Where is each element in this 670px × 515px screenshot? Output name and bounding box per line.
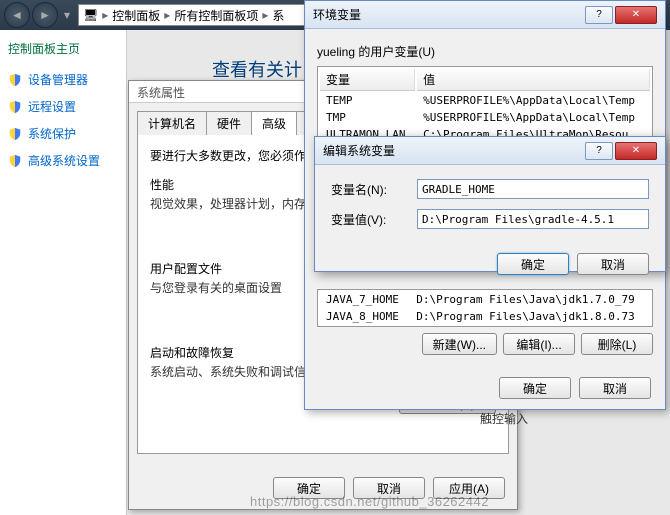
chevron-right-icon: ▸ xyxy=(262,8,268,22)
dialog-titlebar[interactable]: 环境变量 ? ✕ xyxy=(305,1,665,29)
chevron-right-icon: ▸ xyxy=(164,8,170,22)
shield-icon xyxy=(8,100,22,114)
back-button[interactable]: ◄ xyxy=(4,2,30,28)
watermark: https://blog.csdn.net/github_36262442 xyxy=(250,494,489,509)
nav-history-dropdown[interactable]: ▾ xyxy=(60,5,74,25)
breadcrumb-item[interactable]: 所有控制面板项 xyxy=(174,7,258,24)
forward-button[interactable]: ► xyxy=(32,2,58,28)
control-panel-sidebar: 控制面板主页 设备管理器 远程设置 系统保护 高级系统设置 xyxy=(0,30,127,515)
sidebar-item-label: 远程设置 xyxy=(28,98,76,115)
sidebar-item-remote[interactable]: 远程设置 xyxy=(8,98,118,115)
var-name-input[interactable] xyxy=(417,179,649,199)
delete-button[interactable]: 删除(L) xyxy=(581,333,653,355)
user-vars-table: 变量值 TEMP%USERPROFILE%\AppData\Local\Temp… xyxy=(317,66,653,145)
shield-icon xyxy=(8,73,22,87)
shield-icon xyxy=(8,127,22,141)
tab-advanced[interactable]: 高级 xyxy=(251,111,297,135)
help-button[interactable]: ? xyxy=(585,142,613,160)
col-value[interactable]: 值 xyxy=(417,69,650,91)
sidebar-item-label: 设备管理器 xyxy=(28,71,88,88)
edit-button[interactable]: 编辑(I)... xyxy=(503,333,575,355)
table-row[interactable]: JAVA_8_HOMED:\Program Files\Java\jdk1.8.… xyxy=(320,309,650,324)
control-panel-home[interactable]: 控制面板主页 xyxy=(8,40,118,57)
sidebar-item-label: 高级系统设置 xyxy=(28,152,100,169)
sidebar-item-label: 系统保护 xyxy=(28,125,76,142)
sidebar-item-device-manager[interactable]: 设备管理器 xyxy=(8,71,118,88)
table-row[interactable]: JAVA_7_HOMED:\Program Files\Java\jdk1.7.… xyxy=(320,292,650,307)
sidebar-item-advanced[interactable]: 高级系统设置 xyxy=(8,152,118,169)
dialog-title: 编辑系统变量 xyxy=(323,142,395,159)
col-name[interactable]: 变量 xyxy=(320,69,415,91)
table-row[interactable]: TMP%USERPROFILE%\AppData\Local\Temp xyxy=(320,110,650,125)
breadcrumb-icon: 🖥 xyxy=(83,8,98,22)
shield-icon xyxy=(8,154,22,168)
close-button[interactable]: ✕ xyxy=(615,142,657,160)
ok-button[interactable]: 确定 xyxy=(497,253,569,275)
breadcrumb-item[interactable]: 系 xyxy=(272,7,284,24)
cancel-button[interactable]: 取消 xyxy=(579,377,651,399)
breadcrumb-item[interactable]: 控制面板 xyxy=(112,7,160,24)
chevron-right-icon: ▸ xyxy=(102,8,108,22)
help-button[interactable]: ? xyxy=(585,6,613,24)
edit-var-dialog: 编辑系统变量 ? ✕ 变量名(N): 变量值(V): 确定 取消 xyxy=(314,136,666,272)
table-row[interactable]: TEMP%USERPROFILE%\AppData\Local\Temp xyxy=(320,93,650,108)
touch-input-label: 触控输入 xyxy=(480,410,528,427)
cancel-button[interactable]: 取消 xyxy=(577,253,649,275)
user-vars-label: yueling 的用户变量(U) xyxy=(317,43,653,60)
var-name-label: 变量名(N): xyxy=(331,181,417,198)
close-button[interactable]: ✕ xyxy=(615,6,657,24)
sys-vars-table: JAVA_7_HOMED:\Program Files\Java\jdk1.7.… xyxy=(317,289,653,327)
new-button[interactable]: 新建(W)... xyxy=(422,333,497,355)
var-value-input[interactable] xyxy=(417,209,649,229)
page-title: 查看有关计 xyxy=(212,56,302,82)
dialog-title: 环境变量 xyxy=(313,6,361,23)
var-value-label: 变量值(V): xyxy=(331,211,417,228)
ok-button[interactable]: 确定 xyxy=(499,377,571,399)
tab-computer-name[interactable]: 计算机名 xyxy=(137,111,207,135)
tab-hardware[interactable]: 硬件 xyxy=(206,111,252,135)
sidebar-item-protection[interactable]: 系统保护 xyxy=(8,125,118,142)
dialog-titlebar[interactable]: 编辑系统变量 ? ✕ xyxy=(315,137,665,165)
